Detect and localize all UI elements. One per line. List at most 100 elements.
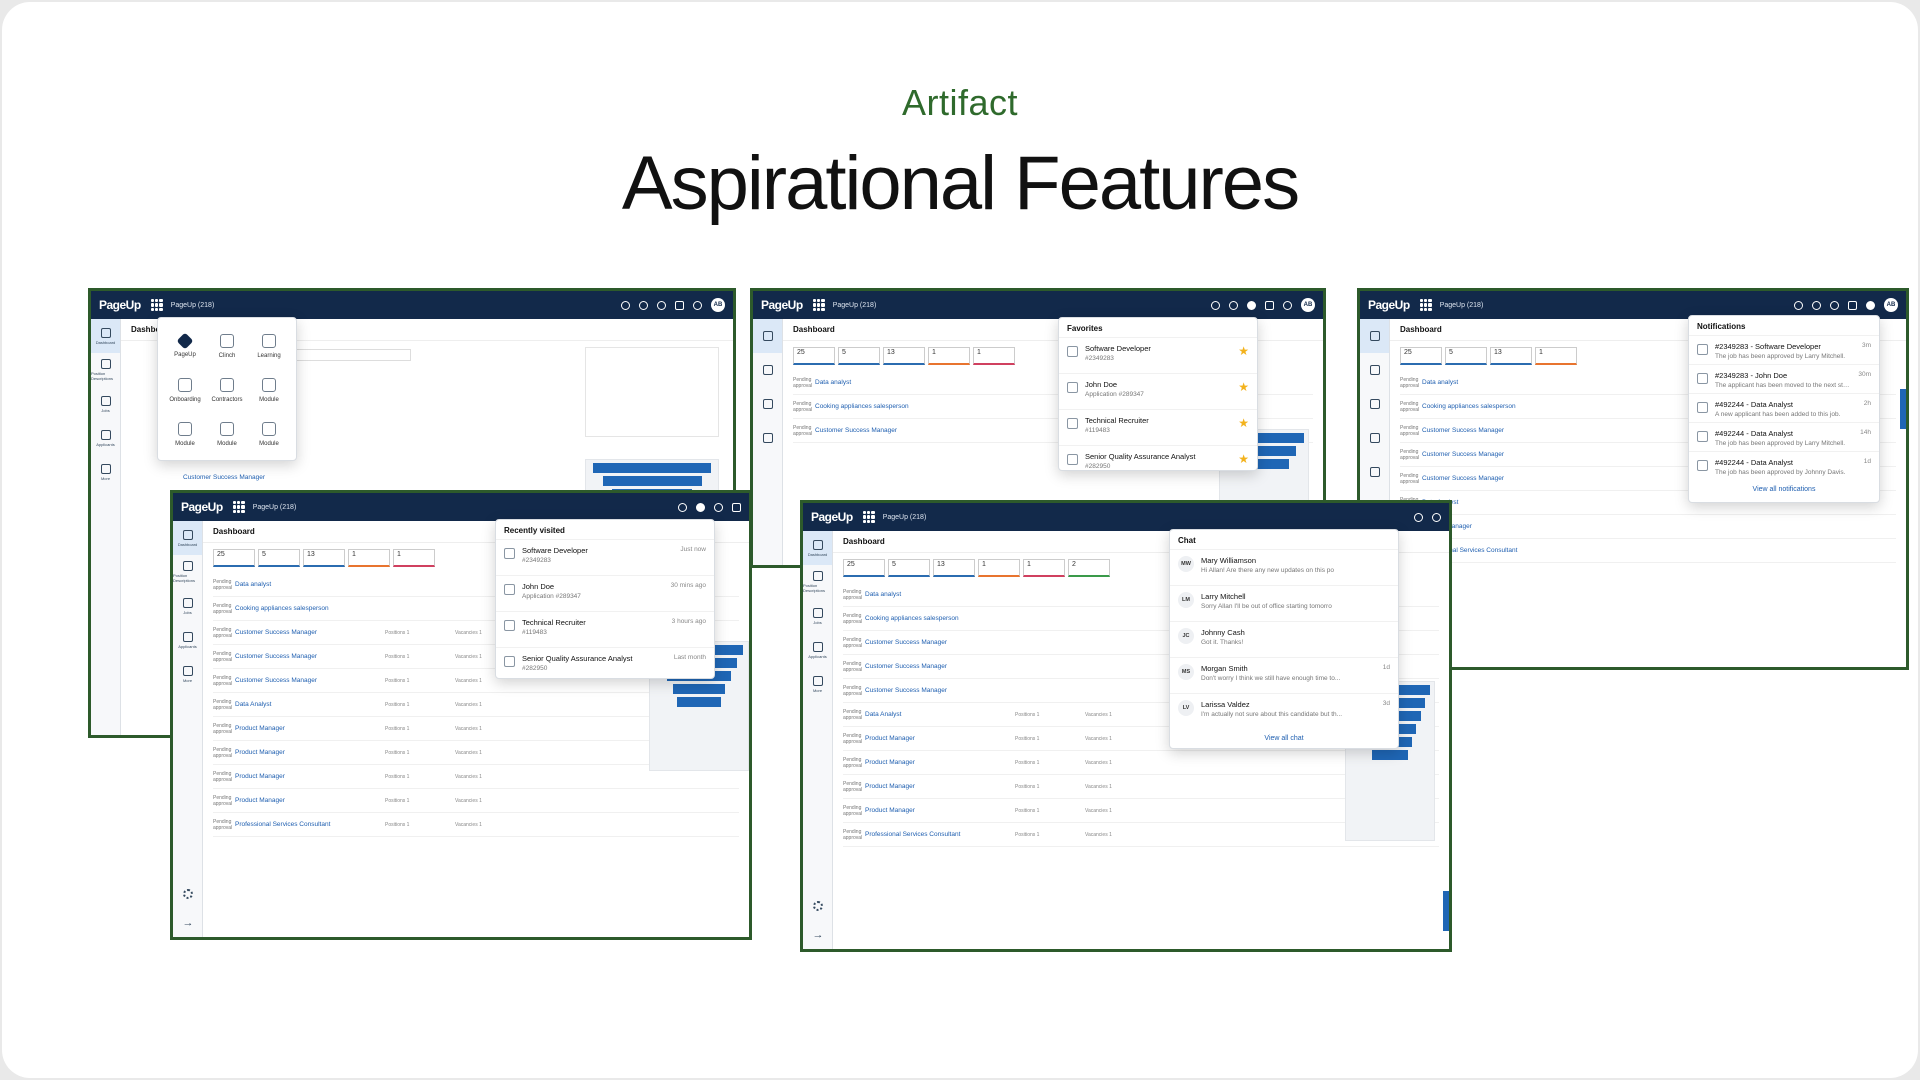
favorite-item[interactable]: Software Developer #2349283 ★ xyxy=(1059,337,1257,373)
nav-position-descriptions[interactable] xyxy=(753,353,782,387)
chat-item[interactable]: MS Morgan Smith Don't worry I think we sti… xyxy=(1170,657,1398,693)
view-all-notifications-link[interactable]: View all notifications xyxy=(1689,480,1879,499)
stat-tile[interactable]: 25 xyxy=(793,347,835,365)
star-icon[interactable]: ★ xyxy=(1238,452,1249,466)
notification-item[interactable]: #492244 - Data Analyst The job has been a… xyxy=(1689,451,1879,480)
history-icon[interactable] xyxy=(696,502,705,512)
logo[interactable]: PageUp xyxy=(181,500,223,514)
star-icon[interactable] xyxy=(657,300,666,310)
nav-applicants[interactable] xyxy=(753,421,782,455)
star-icon[interactable]: ★ xyxy=(1238,344,1249,358)
nav-jobs[interactable]: Jobs xyxy=(803,599,832,633)
avatar[interactable]: AB xyxy=(1301,298,1315,312)
apps-grid-icon[interactable] xyxy=(862,511,875,523)
nav-dashboard[interactable] xyxy=(753,319,782,353)
recent-item[interactable]: Software Developer #2349283 Just now xyxy=(496,539,714,575)
notification-item[interactable]: #2349283 - Software Developer The job has… xyxy=(1689,335,1879,364)
tenant-switcher[interactable]: PageUp (218) xyxy=(883,514,927,521)
avatar[interactable]: AB xyxy=(711,298,725,312)
chat-item[interactable]: LV Larissa Valdez I'm actually not sure ab… xyxy=(1170,693,1398,729)
nav-dashboard[interactable]: Dashboard xyxy=(173,521,202,555)
view-all-chat-link[interactable]: View all chat xyxy=(1170,729,1398,748)
expand-arrow-icon[interactable]: → xyxy=(813,929,824,941)
star-icon[interactable] xyxy=(1830,300,1839,310)
stat-tile[interactable]: 13 xyxy=(1490,347,1532,365)
job-title-link[interactable]: Data analyst xyxy=(1422,379,1572,386)
stat-tile[interactable]: 1 xyxy=(978,559,1020,577)
nav-more[interactable]: More xyxy=(91,455,120,489)
gear-icon[interactable] xyxy=(183,889,193,899)
search-icon[interactable] xyxy=(1211,300,1220,310)
app-learning[interactable]: Learning xyxy=(250,326,288,366)
logo[interactable]: PageUp xyxy=(811,510,853,524)
stat-tile[interactable]: 1 xyxy=(393,549,435,567)
app-module[interactable]: Module xyxy=(208,414,246,454)
side-panel-toggle[interactable] xyxy=(1900,389,1906,429)
nav-applicants[interactable]: Applicants xyxy=(803,633,832,667)
job-title-link[interactable]: Customer Success Manager xyxy=(183,474,265,481)
apps-grid-icon[interactable] xyxy=(812,299,825,311)
recent-item[interactable]: John Doe Application #289347 30 mins ago xyxy=(496,575,714,611)
stat-tile[interactable]: 5 xyxy=(1445,347,1487,365)
chat-icon[interactable] xyxy=(675,300,684,310)
stat-tile[interactable]: 1 xyxy=(1535,347,1577,365)
nav-more[interactable] xyxy=(1360,455,1389,489)
notification-item[interactable]: #2349283 - John Doe The applicant has bee… xyxy=(1689,364,1879,393)
star-icon[interactable]: ★ xyxy=(1238,380,1249,394)
stat-tile[interactable]: 1 xyxy=(1023,559,1065,577)
job-title-link[interactable]: Product Manager xyxy=(865,735,1015,742)
tenant-switcher[interactable]: PageUp (218) xyxy=(1440,302,1484,309)
apps-grid-icon[interactable] xyxy=(150,299,163,311)
chat-icon[interactable] xyxy=(1265,300,1274,310)
chat-item[interactable]: MW Mary Williamson Hi Allan! Are there any… xyxy=(1170,549,1398,585)
stat-tile[interactable]: 25 xyxy=(213,549,255,567)
stat-tile[interactable]: 5 xyxy=(888,559,930,577)
logo[interactable]: PageUp xyxy=(1368,298,1410,312)
app-pageup[interactable]: PageUp xyxy=(166,326,204,366)
tenant-switcher[interactable]: PageUp (218) xyxy=(253,504,297,511)
nav-jobs[interactable] xyxy=(753,387,782,421)
job-title-link[interactable]: Customer Success Manager xyxy=(1422,475,1572,482)
job-title-link[interactable]: Cooking appliances salesperson xyxy=(1422,403,1572,410)
notification-item[interactable]: #492244 - Data Analyst The job has been a… xyxy=(1689,422,1879,451)
job-title-link[interactable]: Product Manager xyxy=(235,797,385,804)
stat-tile[interactable]: 1 xyxy=(973,347,1015,365)
nav-position-descriptions[interactable] xyxy=(1360,353,1389,387)
tenant-switcher[interactable]: PageUp (218) xyxy=(833,302,877,309)
bell-icon[interactable] xyxy=(1866,300,1875,310)
job-title-link[interactable]: Data analyst xyxy=(235,581,385,588)
job-title-link[interactable]: Customer Success Manager xyxy=(235,677,385,684)
job-title-link[interactable]: Product Manager xyxy=(235,773,385,780)
history-icon[interactable] xyxy=(1812,300,1821,310)
job-title-link[interactable]: Cooking appliances salesperson xyxy=(235,605,385,612)
chat-item[interactable]: JC Johnny Cash Got it. Thanks! xyxy=(1170,621,1398,657)
avatar[interactable]: AB xyxy=(1884,298,1898,312)
job-title-link[interactable]: Professional Services Consultant xyxy=(235,821,385,828)
app-onboarding[interactable]: Onboarding xyxy=(166,370,204,410)
stat-tile[interactable]: 2 xyxy=(1068,559,1110,577)
nav-position-descriptions[interactable]: Position Descriptions xyxy=(173,555,202,589)
job-title-link[interactable]: Data Analyst xyxy=(235,701,385,708)
recent-item[interactable]: Senior Quality Assurance Analyst #282950 L… xyxy=(496,647,714,683)
search-icon[interactable] xyxy=(1794,300,1803,310)
favorite-item[interactable]: John Doe Application #289347 ★ xyxy=(1059,373,1257,409)
job-title-link[interactable]: Product Manager xyxy=(865,783,1015,790)
nav-applicants[interactable]: Applicants xyxy=(173,623,202,657)
nav-applicants[interactable] xyxy=(1360,421,1389,455)
search-icon[interactable] xyxy=(1414,512,1423,522)
job-title-link[interactable]: Customer Success Manager xyxy=(1422,451,1572,458)
app-contractors[interactable]: Contractors xyxy=(208,370,246,410)
nav-dashboard[interactable]: Dashboard xyxy=(803,531,832,565)
nav-dashboard[interactable]: Dashboard xyxy=(91,319,120,353)
star-icon[interactable] xyxy=(714,502,723,512)
logo[interactable]: PageUp xyxy=(99,298,141,312)
logo[interactable]: PageUp xyxy=(761,298,803,312)
nav-applicants[interactable]: Applicants xyxy=(91,421,120,455)
chat-item[interactable]: LM Larry Mitchell Sorry Allan I'll be out … xyxy=(1170,585,1398,621)
job-title-link[interactable]: Customer Success Manager xyxy=(865,639,1015,646)
search-icon[interactable] xyxy=(678,502,687,512)
job-title-link[interactable]: Customer Success Manager xyxy=(235,629,385,636)
job-title-link[interactable]: Product Manager xyxy=(235,749,385,756)
expand-arrow-icon[interactable]: → xyxy=(183,917,194,929)
history-icon[interactable] xyxy=(1229,300,1238,310)
